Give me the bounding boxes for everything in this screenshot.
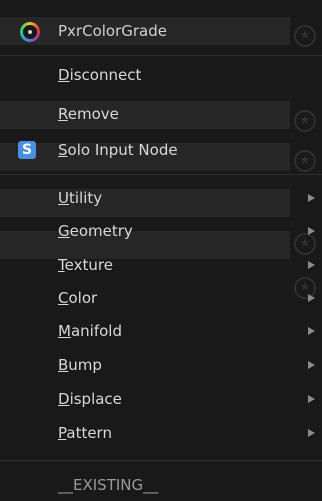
menu-item-label: Remove [58,105,119,123]
submenu-label: Texture [58,256,113,274]
menu-item-label: Disconnect [58,66,142,84]
submenu-displace[interactable]: Displace [0,384,322,415]
submenu-arrow-icon [308,327,315,335]
submenu-label: Displace [58,390,122,408]
submenu-arrow-icon [308,395,315,403]
menu-title: PxrColorGrade [58,22,167,40]
menu-item-label: Solo Input Node [58,141,178,159]
submenu-label: Bump [58,356,102,374]
submenu-label: Manifold [58,322,122,340]
submenu-manifold[interactable]: Manifold [0,316,322,347]
menu-item-disconnect[interactable]: Disconnect [0,60,322,91]
submenu-pattern[interactable]: Pattern [0,418,322,449]
menu-item-solo-input-node[interactable]: S Solo Input Node [0,135,322,166]
menu-header: PxrColorGrade [0,15,322,49]
existing-nodes-item[interactable]: __EXISTING__ [58,476,158,495]
submenu-label: Pattern [58,424,112,442]
solo-s-icon: S [18,141,36,159]
submenu-arrow-icon [308,194,315,202]
submenu-utility[interactable]: Utility [0,183,322,214]
submenu-texture[interactable]: Texture [0,250,322,281]
separator [0,174,322,175]
submenu-bump[interactable]: Bump [0,350,322,381]
submenu-label: Color [58,289,98,307]
context-menu: ★ ★ ★ ★ ★ PxrColorGrade Disconnect Remov… [0,0,322,501]
submenu-color[interactable]: Color [0,283,322,314]
submenu-arrow-icon [308,261,315,269]
submenu-label: Utility [58,189,103,207]
submenu-arrow-icon [308,227,315,235]
submenu-label: Geometry [58,222,133,240]
menu-item-remove[interactable]: Remove [0,99,322,130]
color-wheel-icon [20,22,40,42]
submenu-geometry[interactable]: Geometry [0,216,322,247]
submenu-arrow-icon [308,429,315,437]
submenu-arrow-icon [308,361,315,369]
separator [0,55,322,56]
separator [0,460,322,461]
submenu-arrow-icon [308,294,315,302]
